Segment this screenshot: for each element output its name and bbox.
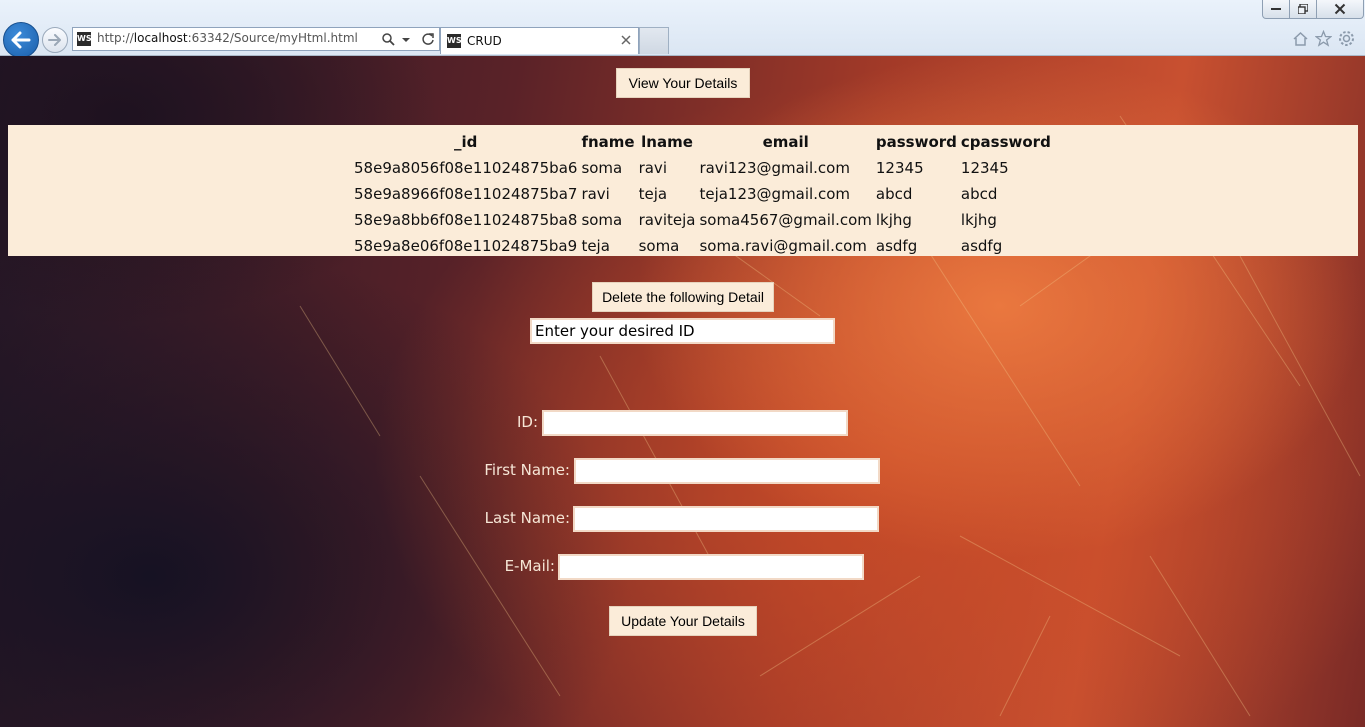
first-name-label: First Name: xyxy=(484,461,570,479)
close-window-button[interactable] xyxy=(1316,0,1364,19)
details-table: _id fname lname email password cpassword… xyxy=(352,129,1053,259)
home-icon[interactable] xyxy=(1292,30,1309,47)
cell-id: 58e9a8966f08e11024875ba7 xyxy=(354,185,578,203)
cell-id: 58e9a8bb6f08e11024875ba8 xyxy=(354,211,578,229)
tab-favicon-icon: WS xyxy=(447,34,462,48)
cell-fname: soma xyxy=(581,159,623,177)
cell-cpassword: 12345 xyxy=(960,159,1009,177)
cell-lname: ravi xyxy=(638,159,667,177)
search-icon[interactable] xyxy=(381,31,395,46)
view-details-button[interactable]: View Your Details xyxy=(616,68,750,98)
tab-crud[interactable]: WS CRUD xyxy=(440,27,639,54)
cell-password: asdfg xyxy=(875,237,918,255)
cell-fname: teja xyxy=(581,237,610,255)
cell-password: 12345 xyxy=(875,159,924,177)
page-body: View Your Details _id fname lname email … xyxy=(0,56,1365,727)
tab-close-icon[interactable] xyxy=(618,32,634,48)
column-header-email: email xyxy=(762,133,809,151)
cell-lname: raviteja xyxy=(638,211,696,229)
forward-arrow-icon xyxy=(48,34,61,46)
cell-lname: soma xyxy=(638,237,680,255)
cell-lname: teja xyxy=(638,185,668,203)
close-icon xyxy=(1334,3,1346,15)
cell-fname: ravi xyxy=(581,185,610,203)
id-label: ID: xyxy=(516,413,538,431)
address-bar[interactable]: WS http://localhost:63342/Source/myHtml.… xyxy=(72,27,440,51)
delete-detail-button[interactable]: Delete the following Detail xyxy=(592,282,774,312)
column-header-lname: lname xyxy=(641,133,693,151)
minimize-icon xyxy=(1271,8,1281,10)
table-row: 58e9a8966f08e11024875ba7 ravi teja teja1… xyxy=(352,181,1053,207)
cell-email: soma4567@gmail.com xyxy=(699,211,872,229)
cell-password: abcd xyxy=(875,185,913,203)
cell-id: 58e9a8e06f08e11024875ba9 xyxy=(354,237,578,255)
column-header-fname: fname xyxy=(581,133,635,151)
browser-chrome: WS http://localhost:63342/Source/myHtml.… xyxy=(0,0,1365,58)
new-tab-button[interactable] xyxy=(639,27,669,54)
column-header-cpassword: cpassword xyxy=(960,133,1051,151)
id-input[interactable] xyxy=(542,410,848,436)
cell-email: teja123@gmail.com xyxy=(699,185,851,203)
column-header-password: password xyxy=(875,133,957,151)
refresh-icon[interactable] xyxy=(421,31,435,45)
settings-gear-icon[interactable] xyxy=(1338,30,1355,47)
back-arrow-icon xyxy=(11,31,31,49)
cell-email: ravi123@gmail.com xyxy=(699,159,850,177)
cell-cpassword: abcd xyxy=(960,185,998,203)
url-text: http://localhost:63342/Source/myHtml.htm… xyxy=(97,31,358,45)
site-favicon-icon: WS xyxy=(77,32,92,46)
table-header-row: _id fname lname email password cpassword xyxy=(352,129,1053,155)
cell-cpassword: asdfg xyxy=(960,237,1003,255)
minimize-button[interactable] xyxy=(1262,0,1290,19)
table-row: 58e9a8bb6f08e11024875ba8 soma raviteja s… xyxy=(352,207,1053,233)
last-name-input[interactable] xyxy=(573,506,879,532)
cell-id: 58e9a8056f08e11024875ba6 xyxy=(354,159,578,177)
email-input[interactable] xyxy=(558,554,864,580)
cell-fname: soma xyxy=(581,211,623,229)
back-button[interactable] xyxy=(3,22,39,58)
forward-button[interactable] xyxy=(42,27,68,53)
details-table-panel: _id fname lname email password cpassword… xyxy=(8,125,1358,256)
tab-title: CRUD xyxy=(467,34,502,48)
favorites-star-icon[interactable] xyxy=(1314,29,1333,47)
cell-cpassword: lkjhg xyxy=(960,211,997,229)
last-name-label: Last Name: xyxy=(484,509,570,527)
restore-button[interactable] xyxy=(1289,0,1317,19)
delete-id-input[interactable] xyxy=(530,318,835,344)
table-row: 58e9a8e06f08e11024875ba9 teja soma soma.… xyxy=(352,233,1053,259)
cell-password: lkjhg xyxy=(875,211,912,229)
restore-icon xyxy=(1298,4,1308,14)
first-name-input[interactable] xyxy=(574,458,880,484)
cell-email: soma.ravi@gmail.com xyxy=(699,237,867,255)
table-row: 58e9a8056f08e11024875ba6 soma ravi ravi1… xyxy=(352,155,1053,181)
column-header-id: _id xyxy=(454,133,478,151)
update-details-button[interactable]: Update Your Details xyxy=(609,606,757,636)
dropdown-chevron-icon[interactable] xyxy=(401,31,415,45)
email-label: E-Mail: xyxy=(504,557,555,575)
